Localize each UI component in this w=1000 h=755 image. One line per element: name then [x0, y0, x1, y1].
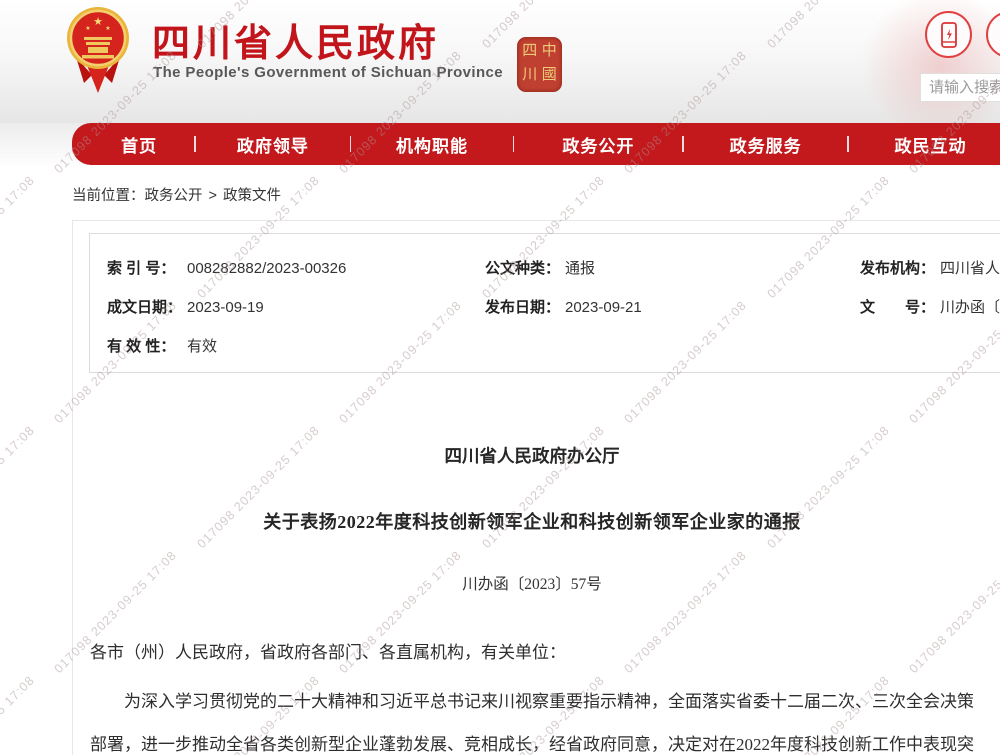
meta-field: 发布机构：四川省人民政府办公厅: [860, 257, 1000, 278]
meta-field: 索 引 号：008282882/2023-00326: [107, 257, 485, 278]
national-emblem-logo: ★ ★ ★: [66, 5, 130, 97]
meta-label: 文 号：: [860, 296, 940, 317]
meta-value: 2023-09-21: [565, 299, 642, 316]
document-number: 川办函〔2023〕57号: [90, 572, 974, 594]
search-input[interactable]: [920, 73, 1000, 102]
site-subtitle: The People's Government of Sichuan Provi…: [153, 64, 503, 81]
nav-item-1[interactable]: 首页: [84, 132, 194, 157]
seal-char: 川: [520, 65, 540, 89]
meta-label: 发布机构：: [860, 257, 940, 278]
meta-field: 发布日期：2023-09-21: [485, 296, 860, 317]
main-navigation: 首页政府领导机构职能政务公开政务服务政民互动: [72, 123, 1000, 165]
watermark-text: 017098 2023-09-25 17:08: [0, 423, 37, 551]
wireless-broadcast-icon: [997, 22, 1000, 48]
meta-value: 四川省人民政府办公厅: [940, 260, 1000, 277]
breadcrumb-separator: >: [209, 188, 217, 204]
nav-item-3[interactable]: 机构职能: [351, 132, 512, 157]
document-issuer: 四川省人民政府办公厅: [90, 443, 974, 468]
meta-value: 008282882/2023-00326: [187, 260, 346, 277]
watermark-text: 017098 2023-09-25 17:08: [0, 673, 37, 755]
document-salutation: 各市（州）人民政府，省政府各部门、各直属机构，有关单位：: [90, 638, 974, 663]
nav-item-5[interactable]: 政务服务: [684, 132, 847, 157]
breadcrumb: 当前位置：政务公开 > 政策文件: [72, 184, 281, 205]
breadcrumb-link-zcwj[interactable]: 政策文件: [223, 188, 281, 204]
meta-label: 索 引 号：: [107, 257, 187, 278]
nav-item-6[interactable]: 政民互动: [849, 132, 1000, 157]
mobile-version-button[interactable]: [925, 11, 972, 58]
nav-item-4[interactable]: 政务公开: [514, 132, 682, 157]
meta-label: 成文日期：: [107, 296, 187, 317]
meta-value: 通报: [565, 260, 595, 277]
breadcrumb-prefix: 当前位置：: [72, 188, 145, 204]
meta-label: 公文种类：: [485, 257, 565, 278]
seal-char: 國: [540, 65, 560, 89]
meta-field: 公文种类：通报: [485, 257, 860, 278]
content-panel: 索 引 号：008282882/2023-00326公文种类：通报发布机构：四川…: [72, 220, 1000, 755]
meta-value: 2023-09-19: [187, 299, 264, 316]
document-metadata-table: 索 引 号：008282882/2023-00326公文种类：通报发布机构：四川…: [89, 233, 1000, 373]
document-body: 四川省人民政府办公厅 关于表扬2022年度科技创新领军企业和科技创新领军企业家的…: [90, 443, 974, 755]
nav-item-2[interactable]: 政府领导: [196, 132, 349, 157]
document-title: 关于表扬2022年度科技创新领军企业和科技创新领军企业家的通报: [90, 508, 974, 534]
meta-label: 有 效 性：: [107, 335, 187, 356]
mobile-phone-icon: [937, 21, 961, 49]
meta-field: 有 效 性：有效: [107, 335, 485, 356]
china-sichuan-seal: 四 中 川 國: [517, 37, 562, 92]
document-paragraph: 为深入学习贯彻党的二十大精神和习近平总书记来川视察重要指示精神，全面落实省委十二…: [90, 680, 974, 755]
meta-field: 文 号：川办函〔2023〕57号: [860, 296, 1000, 317]
meta-value: 川办函〔2023〕57号: [940, 299, 1000, 316]
site-title: 四川省人民政府: [152, 12, 439, 67]
svg-text:★: ★: [85, 25, 90, 32]
breadcrumb-link-zwgk[interactable]: 政务公开: [145, 188, 203, 204]
watermark-text: 017098 2023-09-25 17:08: [0, 173, 37, 301]
svg-text:★: ★: [93, 16, 103, 28]
meta-value: 有效: [187, 338, 217, 355]
meta-label: 发布日期：: [485, 296, 565, 317]
svg-text:★: ★: [105, 25, 110, 32]
seal-char: 四: [520, 41, 540, 65]
meta-field: 成文日期：2023-09-19: [107, 296, 485, 317]
seal-char: 中: [540, 41, 560, 65]
